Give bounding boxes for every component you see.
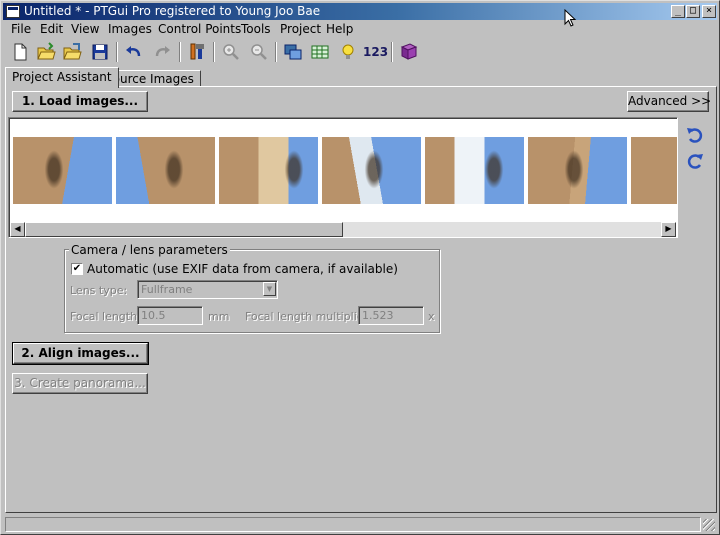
automatic-exif-label[interactable]: Automatic (use EXIF data from camera, if… <box>87 262 398 276</box>
image-thumbnail[interactable] <box>116 137 215 204</box>
app-icon[interactable] <box>6 5 20 18</box>
image-thumbnail[interactable] <box>322 137 421 204</box>
save-icon[interactable] <box>89 41 111 63</box>
camera-lens-legend: Camera / lens parameters <box>69 243 230 257</box>
status-bar <box>3 515 717 533</box>
zoom-out-icon[interactable] <box>248 41 270 63</box>
redo-icon[interactable] <box>151 41 173 63</box>
focal-length-value: 10.5 <box>141 309 166 322</box>
table-icon[interactable] <box>309 41 331 63</box>
open-folder-icon[interactable] <box>35 41 57 63</box>
lens-type-label: Lens type: <box>70 284 128 297</box>
image-thumbnail[interactable] <box>528 137 627 204</box>
title-bar[interactable]: Untitled * - PTGui Pro registered to You… <box>3 3 717 20</box>
toolbar-separator <box>116 42 118 62</box>
menu-help[interactable]: Help <box>326 21 353 37</box>
tree-silhouette <box>163 147 185 192</box>
tree-silhouette <box>43 147 65 192</box>
menu-project[interactable]: Project <box>280 21 321 37</box>
open-recent-icon[interactable] <box>61 41 83 63</box>
tab-project-assistant[interactable]: Project Assistant <box>5 67 119 88</box>
menu-tools[interactable]: Tools <box>241 21 271 37</box>
light-bulb-icon[interactable] <box>337 41 359 63</box>
numbers-icon[interactable]: 123 <box>363 45 388 59</box>
align-images-button[interactable]: 2. Align images... <box>12 342 149 365</box>
tree-silhouette <box>363 147 385 192</box>
focal-length-multiplier-label: Focal length multiplier: <box>245 310 372 323</box>
image-thumbnail[interactable] <box>425 137 524 204</box>
menu-edit[interactable]: Edit <box>40 21 63 37</box>
horizontal-scrollbar[interactable]: ◀ ▶ <box>10 222 676 237</box>
tree-silhouette <box>483 147 505 192</box>
scroll-right-button[interactable]: ▶ <box>661 222 676 237</box>
maximize-button[interactable]: □ <box>686 5 700 18</box>
rotate-right-icon[interactable] <box>685 151 705 171</box>
image-thumbnail[interactable] <box>219 137 318 204</box>
focal-length-label: Focal length: <box>70 310 141 323</box>
automatic-exif-checkbox[interactable]: ✔ <box>71 263 83 275</box>
panorama-editor-icon[interactable] <box>282 41 304 63</box>
toolbar: 123 <box>3 39 717 67</box>
lens-type-value: Fullframe <box>141 283 193 296</box>
toolbar-separator <box>275 42 277 62</box>
tree-silhouette <box>563 147 585 192</box>
minimize-button[interactable]: _ <box>671 5 685 18</box>
toolbar-separator <box>391 42 393 62</box>
menu-control-points[interactable]: Control Points <box>158 21 241 37</box>
toolbar-separator <box>213 42 215 62</box>
load-images-button[interactable]: 1. Load images... <box>12 91 148 112</box>
focal-length-multiplier-value: 1.523 <box>362 309 394 322</box>
scroll-thumb[interactable] <box>25 222 343 237</box>
create-panorama-button[interactable]: 3. Create panorama... <box>12 373 148 394</box>
tree-silhouette <box>283 147 305 192</box>
resize-grip-icon[interactable] <box>703 519 715 531</box>
zoom-in-icon[interactable] <box>220 41 242 63</box>
chevron-down-icon[interactable]: ▼ <box>263 282 276 296</box>
status-pane <box>5 517 701 532</box>
focal-length-input[interactable]: 10.5 <box>137 306 203 325</box>
scroll-left-button[interactable]: ◀ <box>10 222 25 237</box>
menu-file[interactable]: File <box>11 21 31 37</box>
image-thumbnail[interactable] <box>13 137 112 204</box>
undo-icon[interactable] <box>123 41 145 63</box>
menu-bar: File Edit View Images Control Points Too… <box>3 20 717 38</box>
rotate-left-icon[interactable] <box>685 125 705 145</box>
focal-length-multiplier-input[interactable]: 1.523 <box>358 306 424 325</box>
advanced-button[interactable]: Advanced >> <box>627 91 711 112</box>
multiplier-unit: x <box>428 310 435 323</box>
image-thumbnail-strip[interactable]: ◀ ▶ <box>8 117 678 238</box>
menu-images[interactable]: Images <box>108 21 152 37</box>
focal-length-unit: mm <box>208 310 230 323</box>
tools-icon[interactable] <box>186 41 208 63</box>
image-thumbnail[interactable] <box>631 137 677 204</box>
new-file-icon[interactable] <box>9 41 31 63</box>
menu-view[interactable]: View <box>71 21 99 37</box>
window-title: Untitled * - PTGui Pro registered to You… <box>24 4 321 18</box>
close-button[interactable]: × <box>702 5 716 18</box>
main-window: Untitled * - PTGui Pro registered to You… <box>0 0 720 535</box>
tab-strip: Project Assistant Source Images <box>5 67 717 88</box>
lens-type-select[interactable]: Fullframe ▼ <box>137 280 278 299</box>
toolbar-separator <box>179 42 181 62</box>
help-book-icon[interactable] <box>398 41 420 63</box>
